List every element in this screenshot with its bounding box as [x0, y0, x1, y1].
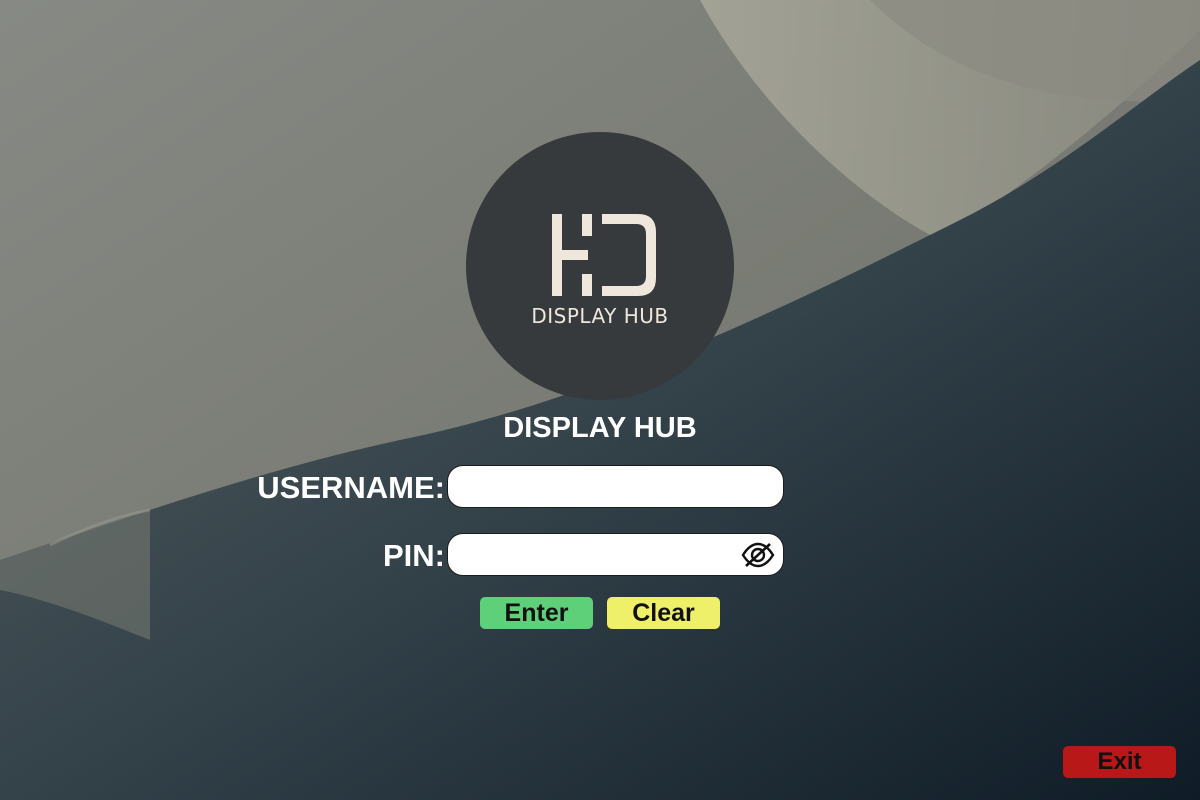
enter-button[interactable]: Enter [480, 597, 593, 629]
background-image [0, 0, 1200, 800]
display-hub-hd-logo-icon [552, 214, 656, 296]
logo: DISPLAY HUB [466, 132, 734, 400]
pin-input[interactable] [448, 534, 756, 575]
username-field-container [447, 465, 784, 508]
logo-wordmark: DISPLAY HUB [531, 304, 669, 328]
eye-off-icon[interactable] [741, 541, 775, 569]
clear-button[interactable]: Clear [607, 597, 720, 629]
app-title: DISPLAY HUB [503, 412, 697, 444]
username-input[interactable] [448, 466, 756, 507]
exit-button[interactable]: Exit [1063, 746, 1176, 778]
pin-field-container [447, 533, 784, 576]
login-screen: DISPLAY HUB DISPLAY HUB USERNAME: PIN: E… [0, 0, 1200, 800]
username-label: USERNAME: [257, 470, 445, 505]
pin-label: PIN: [383, 538, 445, 573]
